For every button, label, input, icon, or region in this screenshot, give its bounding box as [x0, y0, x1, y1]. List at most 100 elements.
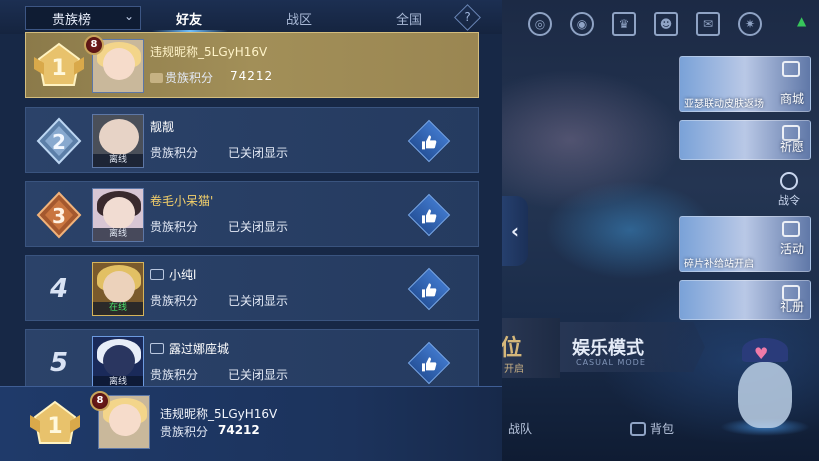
score-label: 贵族积分: [160, 425, 209, 439]
level-badge: 8: [90, 391, 110, 411]
player-name: 违规昵称_5LGyH16V: [160, 407, 278, 421]
avatar-face: [103, 197, 135, 229]
eye-icon[interactable]: ◉: [570, 12, 594, 36]
score-value: 已关闭显示: [228, 146, 289, 160]
ranked-mode-open: 开启: [504, 364, 524, 375]
avatar[interactable]: 离线: [92, 336, 144, 390]
ranking-row[interactable]: 3 离线 卷毛小呆猫' 贵族积分 已关闭显示: [25, 181, 479, 247]
bag-button[interactable]: 背包: [630, 420, 674, 437]
player-name: 小纯l: [150, 266, 196, 283]
score-label: 贵族积分: [150, 220, 199, 234]
ranking-row-self[interactable]: 1 8 违规昵称_5LGyH16V 贵族积分 74212: [25, 32, 479, 98]
pinned-self-row[interactable]: 1 8 违规昵称_5LGyH16V 贵族积分 74212: [0, 386, 502, 461]
like-button[interactable]: [407, 341, 451, 385]
mascot-character[interactable]: ♥: [720, 338, 810, 438]
rank-number: 1: [47, 414, 62, 439]
status-tag: 离线: [93, 154, 143, 167]
avatar[interactable]: 离线: [92, 188, 144, 242]
like-button[interactable]: [407, 119, 451, 163]
wish-label: 祈愿: [779, 140, 804, 154]
avatar-face: [99, 119, 139, 155]
status-tag: 离线: [93, 228, 143, 241]
ranking-type-dropdown[interactable]: 贵族榜 ⌄: [25, 6, 141, 30]
player-name: 违规昵称_5LGyH16V: [150, 45, 268, 59]
album-entry[interactable]: 礼册: [679, 280, 811, 320]
score-label: 贵族积分: [150, 294, 199, 308]
team-button[interactable]: 战队: [508, 420, 532, 437]
player-name: 靓靓: [150, 120, 175, 134]
thumbs-up-icon: [422, 283, 437, 298]
score-value: 74212: [218, 423, 260, 437]
avatar-face: [109, 404, 141, 436]
score-label: 贵族积分: [150, 146, 199, 160]
tab-war-zone[interactable]: 战区: [286, 9, 312, 28]
ranking-row[interactable]: 2 离线 靓靓 贵族积分 已关闭显示: [25, 107, 479, 173]
activity-icon: [782, 221, 800, 237]
badge-icon: [150, 269, 164, 280]
mail-icon[interactable]: ✉: [696, 12, 720, 36]
activity-label: 活动: [779, 242, 804, 256]
lobby-top-toolbar: ◎ ◉ ♛ ☻ ✉ ✷: [528, 12, 762, 36]
ranking-row[interactable]: 5 离线 露过娜座城 贵族积分 已关闭显示: [25, 329, 479, 390]
friends-icon[interactable]: ☻: [654, 12, 678, 36]
gear-icon[interactable]: ✷: [738, 12, 762, 36]
rank-number: 5: [49, 348, 69, 378]
wish-entry[interactable]: 祈愿: [679, 120, 811, 160]
bag-label: 背包: [650, 422, 675, 436]
avatar[interactable]: 离线: [92, 114, 144, 168]
rank-number: 4: [49, 274, 69, 304]
mascot-body: [738, 362, 792, 428]
help-button[interactable]: ?: [454, 4, 481, 31]
battle-pass-icon: [780, 172, 798, 190]
status-tag: 在线: [93, 302, 143, 315]
shop-entry[interactable]: 商城 亚瑟联动皮肤返场: [679, 56, 811, 112]
wifi-signal-icon: ▲: [797, 14, 807, 28]
ranked-mode-label: 位: [500, 336, 523, 361]
shop-icon: [782, 61, 800, 77]
rank-number: 1: [51, 56, 66, 81]
noble-ranking-panel: 贵族榜 ⌄ 好友 战区 全国 ? 1 8 违规昵称_5LGyH16V 贵族积分 …: [0, 0, 502, 461]
ranking-type-label: 贵族榜: [52, 12, 92, 28]
score-value: 已关闭显示: [228, 294, 289, 308]
trophy-icon[interactable]: ♛: [612, 12, 636, 36]
score-value: 已关闭显示: [228, 220, 289, 234]
chevron-down-icon: ⌄: [123, 9, 134, 23]
score-label: 贵族积分: [150, 368, 199, 382]
heart-icon: ♥: [754, 344, 769, 363]
thumbs-up-icon: [422, 135, 437, 150]
shop-caption: 亚瑟联动皮肤返场: [684, 99, 764, 110]
tab-friends[interactable]: 好友: [176, 9, 202, 28]
chevron-left-icon[interactable]: ‹: [502, 196, 528, 266]
entertainment-mode-button[interactable]: 娱乐模式 CASUAL MODE: [560, 322, 705, 372]
ranking-tabs: 贵族榜 ⌄ 好友 战区 全国 ?: [0, 0, 502, 34]
battle-pass-label: 战令: [778, 194, 800, 207]
help-icon: ?: [464, 10, 471, 24]
tab-national[interactable]: 全国: [396, 9, 422, 28]
team-label: 战队: [508, 422, 533, 436]
avatar[interactable]: 在线: [92, 262, 144, 316]
avatar-face: [103, 271, 135, 303]
thumbs-up-icon: [422, 357, 437, 372]
like-button[interactable]: [407, 267, 451, 311]
activity-entry[interactable]: 活动 碎片补给站开启: [679, 216, 811, 272]
activity-caption: 碎片补给站开启: [684, 259, 754, 270]
entertainment-mode-sublabel: CASUAL MODE: [576, 358, 646, 367]
avatar-face: [103, 345, 135, 377]
score-value: 74212: [230, 69, 274, 83]
battle-pass-entry[interactable]: 战令: [778, 172, 800, 208]
silver-rank-badge-icon: 2: [36, 117, 82, 165]
player-name: 卷毛小呆猫': [150, 194, 214, 208]
player-name: 露过娜座城: [150, 340, 229, 357]
rank-number: 3: [52, 204, 66, 228]
like-button[interactable]: [407, 193, 451, 237]
gold-rank-badge-icon: 1: [34, 42, 84, 86]
noble-icon: [150, 73, 163, 83]
gold-rank-badge-icon: 1: [30, 400, 80, 444]
target-icon[interactable]: ◎: [528, 12, 552, 36]
bag-icon: [630, 421, 646, 436]
ranking-row[interactable]: 4 在线 小纯l 贵族积分 已关闭显示: [25, 255, 479, 321]
score-label: 贵族积分: [150, 69, 213, 86]
badge-icon: [150, 343, 164, 354]
album-label: 礼册: [779, 300, 804, 314]
level-badge: 8: [84, 35, 104, 55]
